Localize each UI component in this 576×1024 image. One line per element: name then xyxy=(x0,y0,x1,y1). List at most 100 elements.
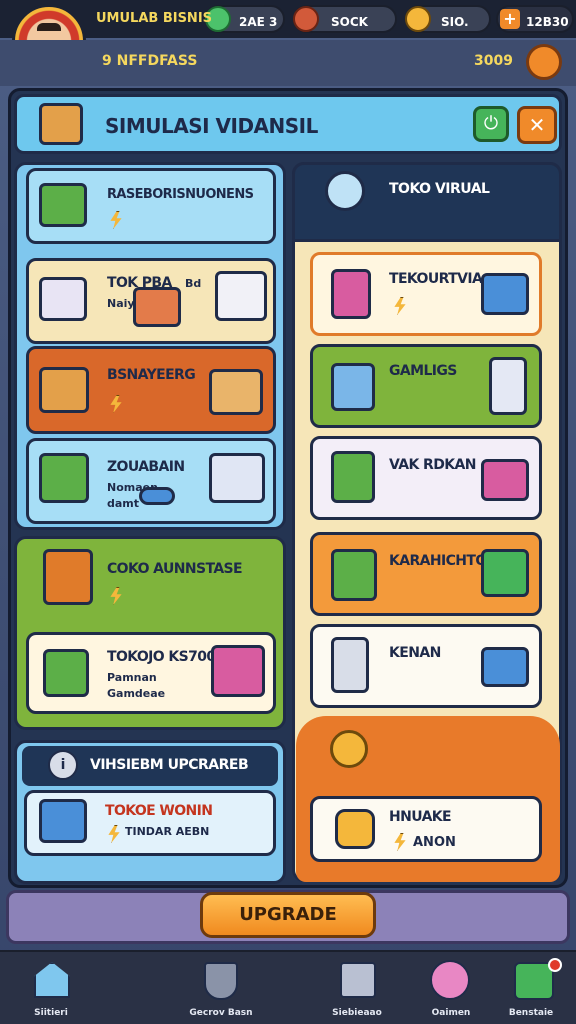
right-item-3[interactable]: VAK RDKAN xyxy=(310,436,542,520)
clipboard-icon xyxy=(340,962,376,998)
bolt-icon xyxy=(110,211,122,229)
parcel-icon xyxy=(209,369,263,415)
close-icon[interactable]: ✕ xyxy=(517,106,557,144)
laptop-icon xyxy=(209,453,265,503)
coins-counter[interactable]: SIO. xyxy=(405,5,491,33)
coin-icon xyxy=(330,730,368,768)
nav-label: Siebieaao xyxy=(332,1008,382,1018)
bag-icon xyxy=(331,269,371,319)
right-item-5[interactable]: KENAN xyxy=(310,624,542,708)
cash-register-icon xyxy=(481,647,529,687)
item-sub: Gamdeae xyxy=(107,687,166,700)
item-sub: Naiy xyxy=(107,297,135,310)
register-icon xyxy=(211,645,265,697)
info-icon[interactable]: i xyxy=(48,750,78,780)
gift-icon xyxy=(39,453,89,503)
game-title: UMULAB BISNIS xyxy=(96,11,213,26)
left-header-card[interactable]: RASEBORISNUONENS xyxy=(26,168,276,244)
box-blue-icon xyxy=(481,273,529,315)
heart-icon xyxy=(430,960,470,1000)
section3-header: VIHSIEBM UPCRAREB xyxy=(90,757,249,773)
locker-icon xyxy=(481,549,529,597)
left-item-4[interactable]: TOKOJO KS700 Pamnan Gamdeae xyxy=(26,632,276,714)
item-sub: damt xyxy=(107,497,140,510)
left-item-1[interactable]: TOK PBA Bd Naiy xyxy=(26,258,276,344)
magnifier-icon xyxy=(325,171,365,211)
phone-icon xyxy=(331,637,369,693)
nav-gift[interactable]: Oaimen xyxy=(406,958,496,1020)
right-header: TOKO VIRUAL xyxy=(292,162,562,242)
crate-icon xyxy=(39,799,87,843)
item-sub: Pamnan xyxy=(107,671,157,684)
panel-title: SIMULASI VIDANSIL xyxy=(105,114,318,138)
level-bar: 9 NFFDFASS 3009 xyxy=(0,40,576,86)
nav-home[interactable]: Siitieri xyxy=(6,958,96,1020)
avatar-hair xyxy=(37,23,61,31)
nav-tasks[interactable]: Siebieaao xyxy=(312,958,402,1020)
nav-shop[interactable]: Benstaie xyxy=(486,958,576,1020)
nav-label: Gecrov Basn xyxy=(189,1008,253,1018)
nav-shield[interactable]: Gecrov Basn xyxy=(176,958,266,1020)
potion-box-icon xyxy=(331,451,375,503)
left-item-2[interactable]: BSNAYEERG xyxy=(26,346,276,434)
plus-icon[interactable]: + xyxy=(500,9,520,29)
box-icon xyxy=(39,103,83,145)
notification-badge xyxy=(548,958,562,972)
item-label: TOKOJO KS700 xyxy=(107,649,216,665)
right-item-6[interactable]: HNUAKE ANON xyxy=(310,796,542,862)
item-label: BSNAYEERG xyxy=(107,367,196,383)
item-label: GAMLIGS xyxy=(389,363,457,379)
power-icon[interactable]: ⏻ xyxy=(473,106,509,142)
top-bar: 2AE 3 SOCK SIO. + 12B30 UMULAB BISNIS xyxy=(0,0,576,38)
item-label: VAK RDKAN xyxy=(389,457,476,473)
nav-label: Siitieri xyxy=(34,1008,68,1018)
item-sub: ANON xyxy=(413,835,456,850)
item-label: KARAHICHTO xyxy=(389,553,487,569)
left-item-5[interactable]: TOKOE WONIN TINDAR AEBN xyxy=(24,790,276,856)
bolt-icon xyxy=(110,395,122,413)
right-item-4[interactable]: KARAHICHTO xyxy=(310,532,542,616)
right-item-2[interactable]: GAMLIGS xyxy=(310,344,542,428)
level-label: 9 NFFDFASS xyxy=(102,53,198,69)
shop-box-icon xyxy=(39,183,87,227)
bolt-icon xyxy=(108,825,120,843)
coin-icon xyxy=(405,6,431,32)
section2-header: COKO AUNNSTASE xyxy=(107,561,243,577)
right-item-1[interactable]: TEKOURTVIA xyxy=(310,252,542,336)
bolt-icon xyxy=(394,297,406,315)
cash-icon xyxy=(293,6,319,32)
home-icon xyxy=(34,962,70,998)
panel-header: SIMULASI VIDANSIL ⏻ ✕ xyxy=(14,94,562,154)
capsule-icon xyxy=(139,487,175,505)
item-sub: TINDAR AEBN xyxy=(125,825,210,838)
tray-icon xyxy=(133,287,181,327)
clock-counter: + 12B30 xyxy=(496,5,574,33)
package-icon xyxy=(39,367,89,413)
settings-gear-icon[interactable] xyxy=(526,44,562,80)
tablet-icon xyxy=(489,357,527,415)
item-extra: Bd xyxy=(185,277,202,290)
nav-label: Benstaie xyxy=(508,1008,554,1018)
item-label: HNUAKE xyxy=(389,809,452,825)
item-label: KENAN xyxy=(389,645,441,661)
bolt-icon xyxy=(110,587,122,605)
item-label: TOKOE WONIN xyxy=(105,803,213,819)
bolt-icon xyxy=(394,833,406,851)
shield-icon xyxy=(204,962,238,1000)
upgrade-button[interactable]: UPGRADE xyxy=(200,892,376,938)
nav-label: Oaimen xyxy=(431,1008,471,1018)
coin-stack-icon xyxy=(335,809,375,849)
cube-icon xyxy=(331,363,375,411)
left-item-3[interactable]: ZOUABAIN Nomaen damt xyxy=(26,438,276,524)
item-label: TEKOURTVIA xyxy=(389,271,483,287)
right-header-title: TOKO VIRUAL xyxy=(389,181,490,197)
gems-counter[interactable]: 2AE 3 xyxy=(205,5,285,33)
fruit-crate-icon xyxy=(481,459,529,501)
cash-counter[interactable]: SOCK xyxy=(293,5,397,33)
shop-badge-icon xyxy=(43,549,93,605)
shop-icon xyxy=(39,277,87,321)
section1-header: RASEBORISNUONENS xyxy=(107,187,254,202)
cart-box-icon xyxy=(331,549,377,601)
machine-icon xyxy=(215,271,267,321)
points-label: 3009 xyxy=(474,53,513,69)
